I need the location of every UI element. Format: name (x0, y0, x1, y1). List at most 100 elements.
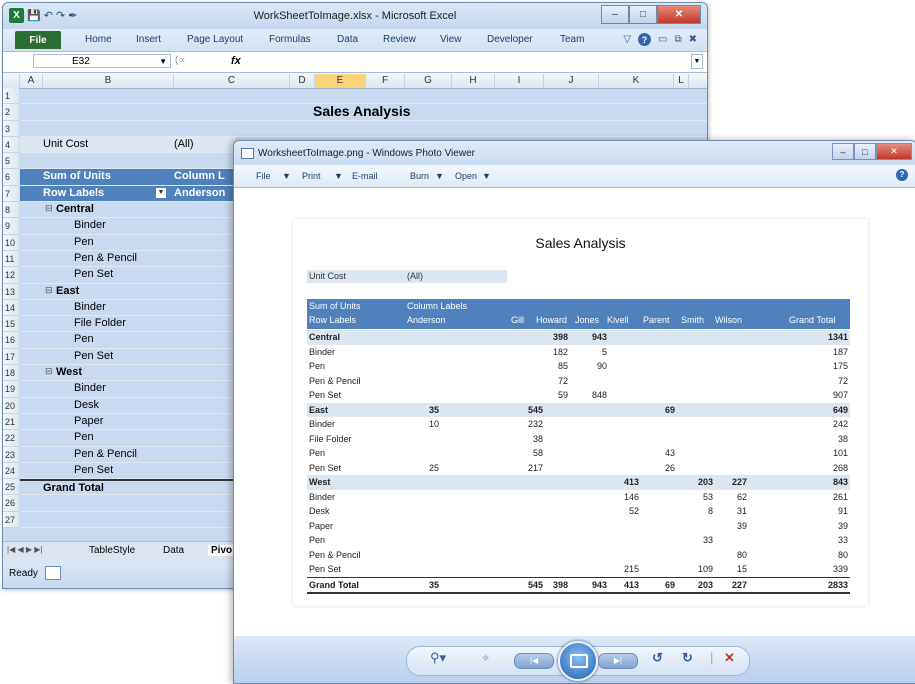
next-button[interactable]: ▶| (598, 653, 638, 669)
row-header[interactable]: 21 (3, 413, 19, 431)
row-header[interactable]: 6 (3, 169, 19, 186)
maximize-button[interactable]: □ (854, 143, 876, 160)
tab-file[interactable]: File (15, 31, 61, 49)
sheet-nav-arrows-icon[interactable]: |◀ ◀ ▶ ▶| (7, 545, 42, 554)
item-label[interactable]: Binder (74, 382, 106, 394)
row-header[interactable]: 16 (3, 332, 19, 349)
help-icon[interactable]: ? (638, 33, 652, 46)
row-header[interactable]: 20 (3, 397, 19, 414)
pivot-col-anderson[interactable]: Anderson (174, 187, 225, 199)
column-header[interactable]: H (452, 74, 495, 88)
sheet-row[interactable]: Row Labels ▼ Anderson (20, 185, 235, 203)
sheet-tab[interactable]: TableStyle (89, 545, 135, 556)
window-close-icon[interactable]: ✖ (689, 34, 697, 45)
item-label[interactable]: Pen & Pencil (74, 252, 137, 264)
menu-file[interactable]: File (256, 171, 271, 181)
macro-record-icon[interactable] (45, 566, 61, 580)
column-header[interactable]: G (405, 74, 452, 88)
row-header[interactable]: 23 (3, 446, 19, 463)
row-header[interactable]: 13 (3, 283, 19, 300)
tab-review[interactable]: Review (383, 34, 416, 45)
item-label[interactable]: File Folder (74, 317, 126, 329)
sheet-tab[interactable]: Data (163, 545, 184, 556)
zoom-icon[interactable]: ⚲▾ (430, 650, 446, 666)
tab-team[interactable]: Team (560, 34, 584, 45)
sheet-row[interactable]: Unit Cost (All) (20, 136, 235, 154)
sheet-row[interactable]: Grand Total (20, 479, 235, 496)
item-label[interactable]: Binder (74, 219, 106, 231)
chevron-down-icon[interactable]: ▼ (482, 171, 491, 181)
sheet-row[interactable] (20, 121, 707, 137)
help-icon[interactable]: ? (896, 169, 908, 181)
column-header[interactable]: B (43, 74, 174, 88)
worksheet-grid[interactable]: A B C D E F G H I J K L 1 2 3 4 5 6 7 8 … (3, 73, 707, 529)
row-header[interactable]: 8 (3, 202, 19, 219)
row-header[interactable]: 18 (3, 365, 19, 382)
insert-function-icon[interactable]: fx (231, 55, 241, 67)
pivot-sum-header[interactable]: Sum of Units (43, 170, 111, 182)
sheet-row[interactable] (20, 88, 707, 105)
minimize-button[interactable]: – (832, 143, 854, 160)
tab-formulas[interactable]: Formulas (269, 34, 311, 45)
menu-open[interactable]: Open (455, 171, 477, 181)
sheet-row[interactable]: Sales Analysis (20, 103, 707, 121)
row-header[interactable]: 19 (3, 381, 19, 398)
row-header[interactable]: 26 (3, 495, 19, 512)
column-header[interactable]: C (174, 74, 290, 88)
slideshow-button[interactable] (558, 641, 598, 681)
fit-icon[interactable]: ⌖ (482, 650, 489, 666)
group-label[interactable]: Central (56, 203, 94, 215)
chevron-down-icon[interactable]: ▼ (159, 55, 167, 68)
collapse-icon[interactable]: ⊟ (45, 366, 53, 377)
row-header[interactable]: 12 (3, 267, 19, 284)
menu-print[interactable]: Print (302, 171, 321, 181)
sheet-row[interactable]: Sum of Units Column L (20, 169, 235, 186)
unit-cost-filter[interactable]: (All) (174, 138, 194, 150)
item-label[interactable]: Pen (74, 333, 94, 345)
window-minimize-icon[interactable]: ▭ (658, 34, 667, 45)
row-header[interactable]: 10 (3, 234, 19, 251)
row-header[interactable]: 14 (3, 299, 19, 317)
tab-view[interactable]: View (440, 34, 462, 45)
item-label[interactable]: Pen Set (74, 268, 113, 280)
row-header[interactable]: 2 (3, 104, 19, 121)
column-header[interactable]: L (674, 74, 689, 88)
menu-email[interactable]: E-mail (352, 171, 378, 181)
item-label[interactable]: Pen & Pencil (74, 448, 137, 460)
expand-formula-icon[interactable]: ▼ (691, 54, 703, 69)
collapse-icon[interactable]: ⊟ (45, 203, 53, 214)
chevron-down-icon[interactable]: ▼ (282, 171, 291, 181)
column-header[interactable]: A (20, 74, 43, 88)
group-label[interactable]: East (56, 285, 79, 297)
grand-total-label[interactable]: Grand Total (43, 482, 104, 494)
row-header[interactable]: 9 (3, 218, 19, 235)
row-header[interactable]: 3 (3, 120, 19, 137)
pivot-column-labels[interactable]: Column L (174, 170, 225, 182)
close-button[interactable]: ✕ (876, 143, 912, 160)
previous-button[interactable]: |◀ (514, 653, 554, 669)
row-header[interactable]: 11 (3, 250, 19, 268)
sheet-tab-active[interactable]: Pivo (208, 545, 236, 556)
column-header[interactable]: D (290, 74, 315, 88)
row-header[interactable]: 17 (3, 348, 19, 366)
row-header[interactable]: 24 (3, 462, 19, 480)
filter-dropdown-icon[interactable]: ▼ (156, 187, 166, 198)
column-header[interactable]: I (495, 74, 544, 88)
rotate-left-icon[interactable]: ↺ (652, 650, 663, 666)
item-label[interactable]: Binder (74, 301, 106, 313)
row-header[interactable]: 22 (3, 430, 19, 447)
item-label[interactable]: Pen (74, 431, 94, 443)
minimize-button[interactable]: – (601, 5, 629, 24)
item-label[interactable]: Desk (74, 399, 99, 411)
tab-developer[interactable]: Developer (487, 34, 533, 45)
select-all-corner[interactable] (3, 74, 20, 88)
row-header[interactable]: 15 (3, 316, 19, 333)
row-header[interactable]: 27 (3, 511, 19, 529)
pivot-row-labels[interactable]: Row Labels (43, 187, 104, 199)
item-label[interactable]: Pen (74, 236, 94, 248)
chevron-down-icon[interactable]: ▼ (334, 171, 343, 181)
tab-home[interactable]: Home (85, 34, 112, 45)
group-label[interactable]: West (56, 366, 82, 378)
tab-page-layout[interactable]: Page Layout (187, 34, 243, 45)
chevron-down-icon[interactable]: ▼ (435, 171, 444, 181)
